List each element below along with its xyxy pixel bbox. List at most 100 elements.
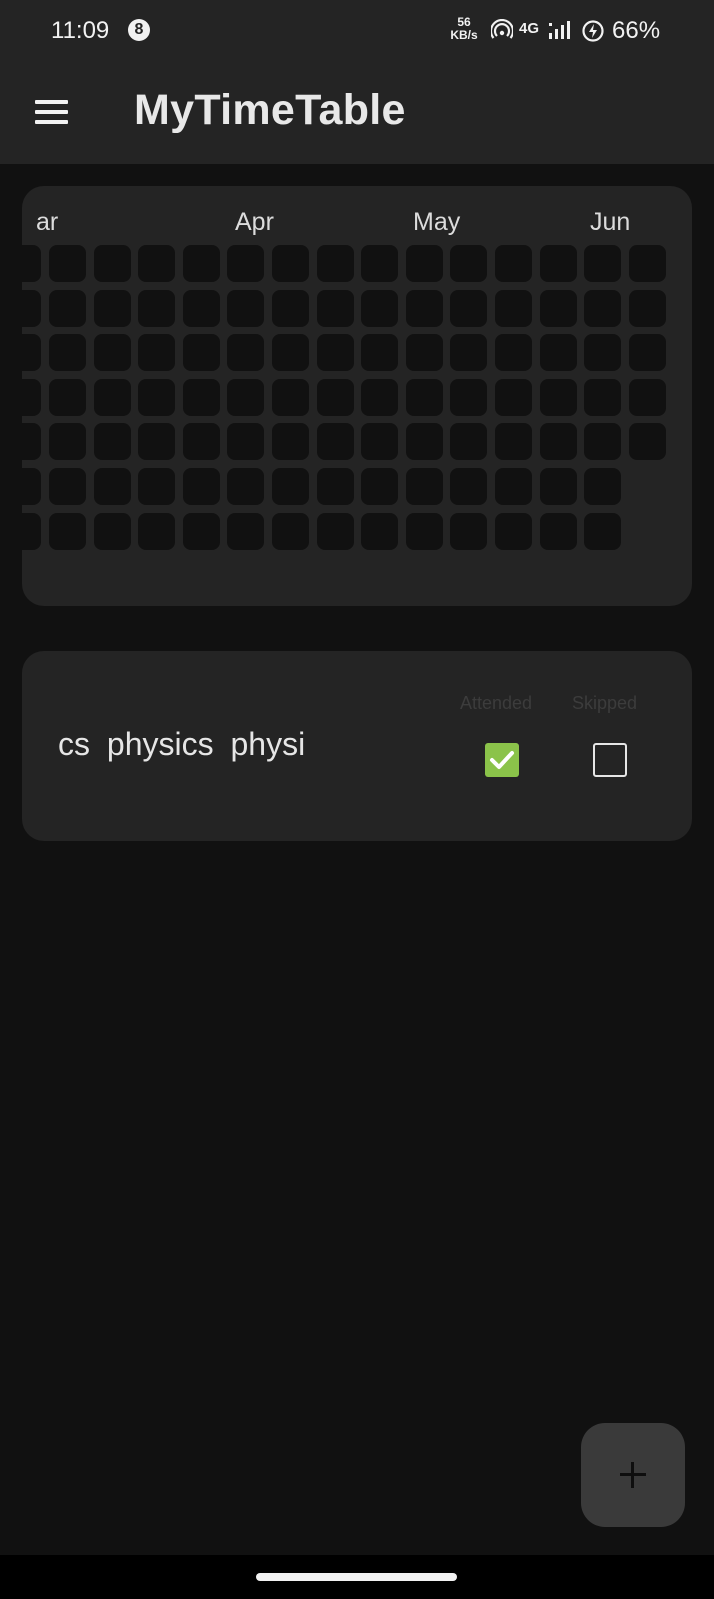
heatmap-cell	[495, 423, 532, 461]
heatmap-cell	[272, 334, 309, 372]
signal-icon	[549, 21, 570, 39]
home-gesture-bar[interactable]	[256, 1573, 457, 1581]
heatmap-cell	[227, 512, 265, 550]
heatmap-cell	[628, 245, 666, 282]
heatmap-cell	[272, 468, 309, 505]
heatmap-cell	[495, 334, 532, 372]
checkmark-icon	[490, 751, 514, 769]
heatmap-cell	[495, 468, 532, 505]
heatmap-cell	[93, 468, 131, 505]
heatmap-cell	[584, 289, 622, 327]
heatmap-cell	[450, 378, 488, 416]
app-title: MyTimeTable	[134, 86, 406, 134]
heatmap-cell	[405, 423, 443, 461]
heatmap-cell	[361, 512, 399, 550]
heatmap-cell	[93, 512, 131, 550]
heatmap-cell	[361, 334, 399, 372]
heatmap-cell	[22, 334, 42, 372]
heatmap-cell	[539, 245, 577, 282]
heatmap-cell	[405, 245, 443, 282]
heatmap-cell	[316, 468, 354, 505]
heatmap-cell	[495, 289, 532, 327]
add-class-button[interactable]	[581, 1423, 685, 1527]
month-label: Apr	[235, 208, 274, 236]
heatmap-cell	[272, 378, 309, 416]
heatmap-cell	[22, 245, 42, 282]
heatmap-cell	[450, 423, 488, 461]
hotspot-icon	[491, 19, 513, 39]
heatmap-cell	[182, 289, 220, 327]
heatmap-cell	[361, 289, 399, 327]
network-speed: 56 KB/s	[447, 16, 481, 42]
skipped-label: Skipped	[572, 693, 638, 713]
heatmap-cell	[628, 423, 666, 461]
heatmap-cell	[450, 289, 488, 327]
heatmap-cell	[49, 468, 86, 505]
heatmap-cell	[316, 289, 354, 327]
heatmap-cell	[450, 334, 488, 372]
heatmap-cell	[272, 512, 309, 550]
heatmap-cell	[584, 245, 622, 282]
network-speed-unit: KB/s	[450, 28, 478, 42]
heatmap-cell	[93, 334, 131, 372]
heatmap-cell	[93, 378, 131, 416]
skipped-checkbox[interactable]	[593, 743, 627, 777]
heatmap-cell	[361, 423, 399, 461]
attended-checkbox[interactable]	[485, 743, 519, 777]
heatmap-cell	[227, 334, 265, 372]
heatmap-cell	[272, 423, 309, 461]
heatmap-cell	[539, 423, 577, 461]
heatmap-cell	[628, 289, 666, 327]
heatmap-cell	[182, 378, 220, 416]
heatmap-cell	[450, 245, 488, 282]
heatmap-cell	[272, 289, 309, 327]
heatmap-cell	[22, 423, 42, 461]
heatmap-cell	[450, 512, 488, 550]
heatmap-cell	[49, 245, 86, 282]
heatmap-cell	[93, 423, 131, 461]
heatmap-cell	[49, 289, 86, 327]
battery-charging-icon	[582, 20, 604, 42]
hamburger-menu-line	[35, 110, 68, 114]
heatmap-cell	[138, 334, 176, 372]
heatmap-cell	[316, 245, 354, 282]
heatmap-cell	[22, 378, 42, 416]
heatmap-cell	[49, 423, 86, 461]
heatmap-cell	[628, 334, 666, 372]
attended-label: Attended	[460, 693, 533, 713]
heatmap-cell	[539, 512, 577, 550]
heatmap-cell	[539, 468, 577, 505]
heatmap-cell	[22, 289, 42, 327]
heatmap-cell	[227, 245, 265, 282]
month-label: ar	[36, 208, 59, 236]
heatmap-cell	[361, 468, 399, 505]
attendance-heatmap: ar Apr May Jun	[22, 186, 692, 606]
class-entry-card: cs physics physi Attended Skipped	[22, 651, 692, 841]
heatmap-cell	[93, 245, 131, 282]
heatmap-cell	[405, 289, 443, 327]
status-time: 11:09	[51, 17, 110, 44]
hamburger-menu-icon	[35, 100, 68, 104]
heatmap-cell	[316, 334, 354, 372]
heatmap-cell	[316, 512, 354, 550]
heatmap-cell	[182, 468, 220, 505]
heatmap-cell	[138, 468, 176, 505]
heatmap-cell	[584, 334, 622, 372]
heatmap-cell	[22, 512, 42, 550]
menu-button[interactable]	[27, 90, 77, 136]
heatmap-cell	[450, 468, 488, 505]
hamburger-menu-line	[35, 120, 68, 124]
heatmap-cell	[138, 245, 176, 282]
heatmap-cell	[138, 423, 176, 461]
heatmap-cell	[405, 468, 443, 505]
heatmap-cell	[405, 334, 443, 372]
heatmap-cell	[628, 378, 666, 416]
heatmap-cell	[182, 245, 220, 282]
heatmap-cell	[182, 423, 220, 461]
heatmap-cell	[138, 289, 176, 327]
heatmap-cell	[584, 378, 622, 416]
heatmap-cell	[405, 378, 443, 416]
heatmap-cell	[49, 512, 86, 550]
heatmap-cell	[539, 378, 577, 416]
heatmap-cell	[539, 289, 577, 327]
